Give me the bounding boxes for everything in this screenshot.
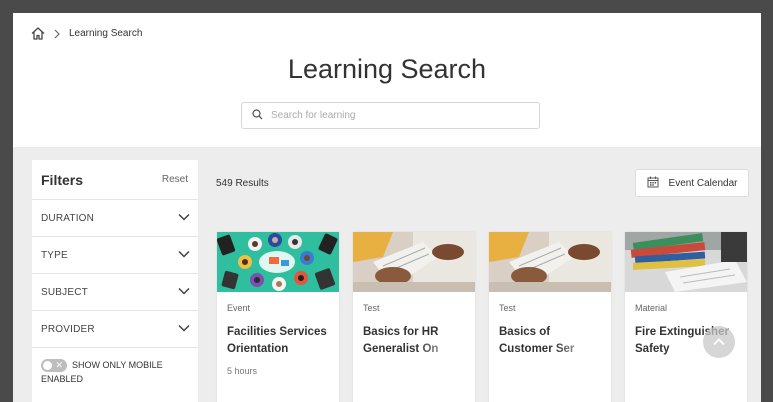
- mobile-only-toggle[interactable]: ✕: [41, 359, 67, 373]
- filter-label: DURATION: [41, 212, 95, 224]
- home-icon[interactable]: [31, 27, 45, 40]
- card-duration: 5 hours: [227, 366, 258, 376]
- results-count: 549 Results: [216, 178, 269, 189]
- search-input[interactable]: [271, 110, 531, 121]
- card-type: Test: [499, 303, 516, 313]
- filters-reset-button[interactable]: Reset: [162, 174, 188, 185]
- card-title: Basics of Customer Ser: [499, 324, 603, 358]
- card-title: Facilities Services Orientation: [227, 326, 327, 355]
- event-calendar-button[interactable]: Event Calendar: [635, 169, 749, 197]
- page-header: Learning Search Learning Search: [13, 13, 761, 147]
- filters-title: Filters: [41, 171, 84, 188]
- toggle-knob: [43, 361, 52, 371]
- page-title: Learning Search: [287, 54, 487, 84]
- chevron-down-icon: [178, 287, 190, 298]
- filter-label: TYPE: [41, 249, 68, 261]
- chevron-down-icon: [178, 213, 190, 224]
- card-type: Material: [635, 303, 668, 313]
- card-image-team-meeting: [217, 232, 339, 292]
- learning-card[interactable]: Event Facilities Services Orientation 5 …: [217, 232, 339, 402]
- search-box[interactable]: [241, 102, 540, 129]
- learning-card[interactable]: Material Fire Extinguisher Safety: [625, 232, 747, 402]
- mobile-only-filter: ✕ SHOW ONLY MOBILE ENABLED: [32, 348, 198, 396]
- filter-label: PROVIDER: [41, 323, 95, 335]
- filter-label: SUBJECT: [41, 286, 88, 298]
- card-image-paperwork: [353, 232, 475, 292]
- chevron-down-icon: [178, 250, 190, 261]
- card-type: Test: [363, 303, 380, 313]
- filters-header: Filters Reset: [32, 160, 198, 200]
- card-title: Basics for HR Generalist On: [363, 324, 467, 358]
- filter-type[interactable]: TYPE: [32, 237, 198, 274]
- breadcrumb: Learning Search: [31, 27, 142, 40]
- filter-duration[interactable]: DURATION: [32, 200, 198, 237]
- breadcrumb-current: Learning Search: [69, 28, 143, 39]
- learning-card[interactable]: Test Basics for HR Generalist On: [353, 232, 475, 402]
- search-icon: [252, 107, 263, 125]
- scroll-to-top-button[interactable]: [703, 326, 735, 358]
- filters-panel: Filters Reset DURATION TYPE SUBJECT PROV…: [32, 160, 198, 402]
- close-icon: ✕: [55, 360, 63, 371]
- filter-subject[interactable]: SUBJECT: [32, 274, 198, 311]
- calendar-icon: [647, 176, 659, 191]
- learning-card[interactable]: Test Basics of Customer Ser: [489, 232, 611, 402]
- card-type: Event: [227, 303, 251, 313]
- chevron-down-icon: [178, 324, 190, 335]
- event-calendar-label: Event Calendar: [668, 177, 738, 189]
- card-image-paperwork: [489, 232, 611, 292]
- filter-provider[interactable]: PROVIDER: [32, 311, 198, 348]
- chevron-right-icon: [53, 29, 61, 39]
- app-frame: Learning Search Learning Search Filters …: [13, 13, 761, 402]
- card-image-books: [625, 232, 747, 292]
- chevron-up-icon: [713, 333, 725, 351]
